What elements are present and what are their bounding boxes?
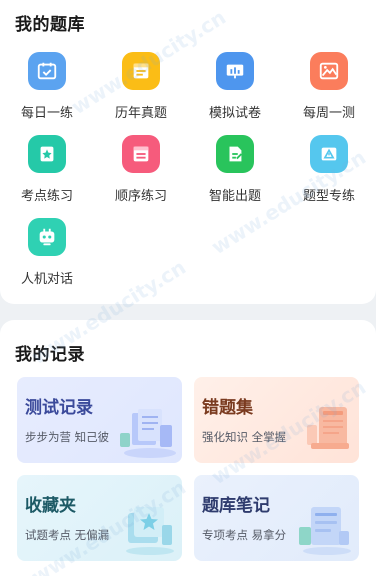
favorites-subtitle: 试题考点 无偏漏 (25, 528, 110, 542)
tile-smart-questions[interactable]: 智能出题 (188, 135, 282, 215)
tile-mock-exam[interactable]: 模拟试卷 (188, 52, 282, 132)
tile-label: 智能出题 (208, 189, 261, 204)
tile-label: 题型专练 (302, 189, 355, 204)
picture-frame-icon (310, 52, 348, 90)
star-badge-icon (28, 135, 66, 173)
bar-chart-board-icon (216, 52, 254, 90)
notes-card[interactable]: 题库笔记 专项考点 易拿分 (194, 475, 359, 561)
robot-icon (28, 218, 66, 256)
favorites-title: 收藏夹 (25, 496, 76, 516)
records-card: 我的记录 测试记录 步步为营 知己彼 错题集 强化知识 全掌握 收藏夹 试题考点… (0, 320, 376, 576)
triangle-warning-icon (310, 135, 348, 173)
wrong-questions-subtitle: 强化知识 全掌握 (202, 430, 287, 444)
question-bank-card: 我的题库 每日一练 历年真题 模拟试卷 每周一测 考点练习 顺序练习 智能出题 … (0, 0, 376, 304)
tile-label: 历年真题 (114, 106, 167, 121)
calendar-check-icon (28, 52, 66, 90)
wrong-questions-card[interactable]: 错题集 强化知识 全掌握 (194, 377, 359, 463)
tile-label: 顺序练习 (114, 189, 167, 204)
notes-illustration (299, 507, 351, 555)
wrong-questions-illustration (307, 407, 349, 449)
tile-past-exams[interactable]: 历年真题 (94, 52, 188, 132)
favorites-illustration (126, 507, 174, 555)
edit-document-icon (216, 135, 254, 173)
tile-label: 每周一测 (302, 106, 355, 121)
test-record-title: 测试记录 (25, 398, 93, 418)
document-list-icon (122, 52, 160, 90)
tile-weekly-test[interactable]: 每周一测 (282, 52, 376, 132)
tile-sequential-practice[interactable]: 顺序练习 (94, 135, 188, 215)
question-bank-title: 我的题库 (15, 15, 85, 35)
tile-human-machine-dialogue[interactable]: 人机对话 (0, 218, 94, 298)
notes-title: 题库笔记 (202, 496, 270, 516)
notes-subtitle: 专项考点 易拿分 (202, 528, 287, 542)
tile-question-type-drill[interactable]: 题型专练 (282, 135, 376, 215)
favorites-card[interactable]: 收藏夹 试题考点 无偏漏 (17, 475, 182, 561)
numbered-list-icon (122, 135, 160, 173)
test-record-card[interactable]: 测试记录 步步为营 知己彼 (17, 377, 182, 463)
tile-label: 模拟试卷 (208, 106, 261, 121)
tile-daily-practice[interactable]: 每日一练 (0, 52, 94, 132)
test-record-illustration (120, 409, 176, 458)
tile-label: 考点练习 (20, 189, 73, 204)
tile-key-points-practice[interactable]: 考点练习 (0, 135, 94, 215)
tile-label: 每日一练 (20, 106, 73, 121)
tile-label: 人机对话 (20, 272, 73, 287)
wrong-questions-title: 错题集 (202, 398, 253, 418)
records-title: 我的记录 (15, 345, 85, 365)
test-record-subtitle: 步步为营 知己彼 (25, 430, 110, 444)
